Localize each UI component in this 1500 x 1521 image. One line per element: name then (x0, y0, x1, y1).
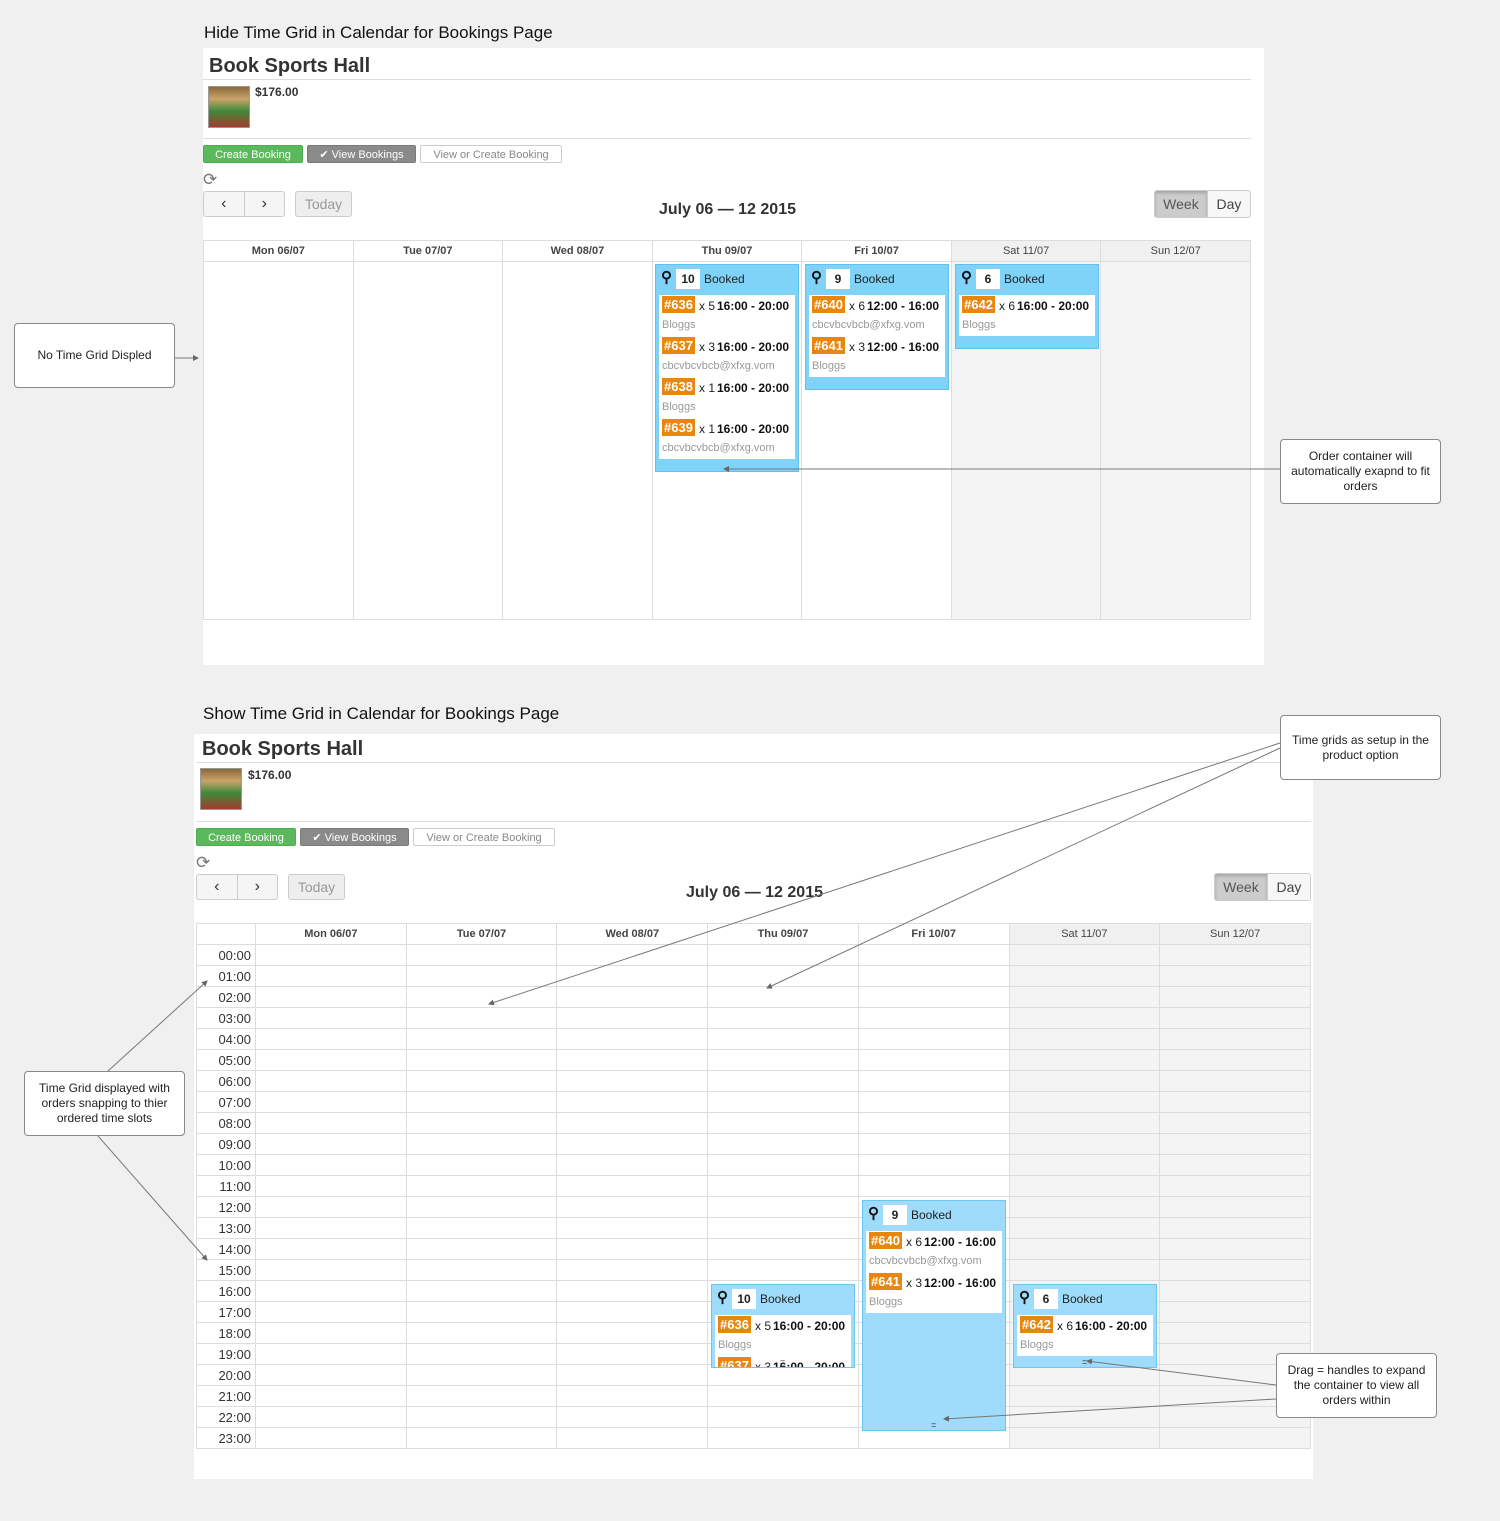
annotation-arrows (97, 355, 1281, 1422)
